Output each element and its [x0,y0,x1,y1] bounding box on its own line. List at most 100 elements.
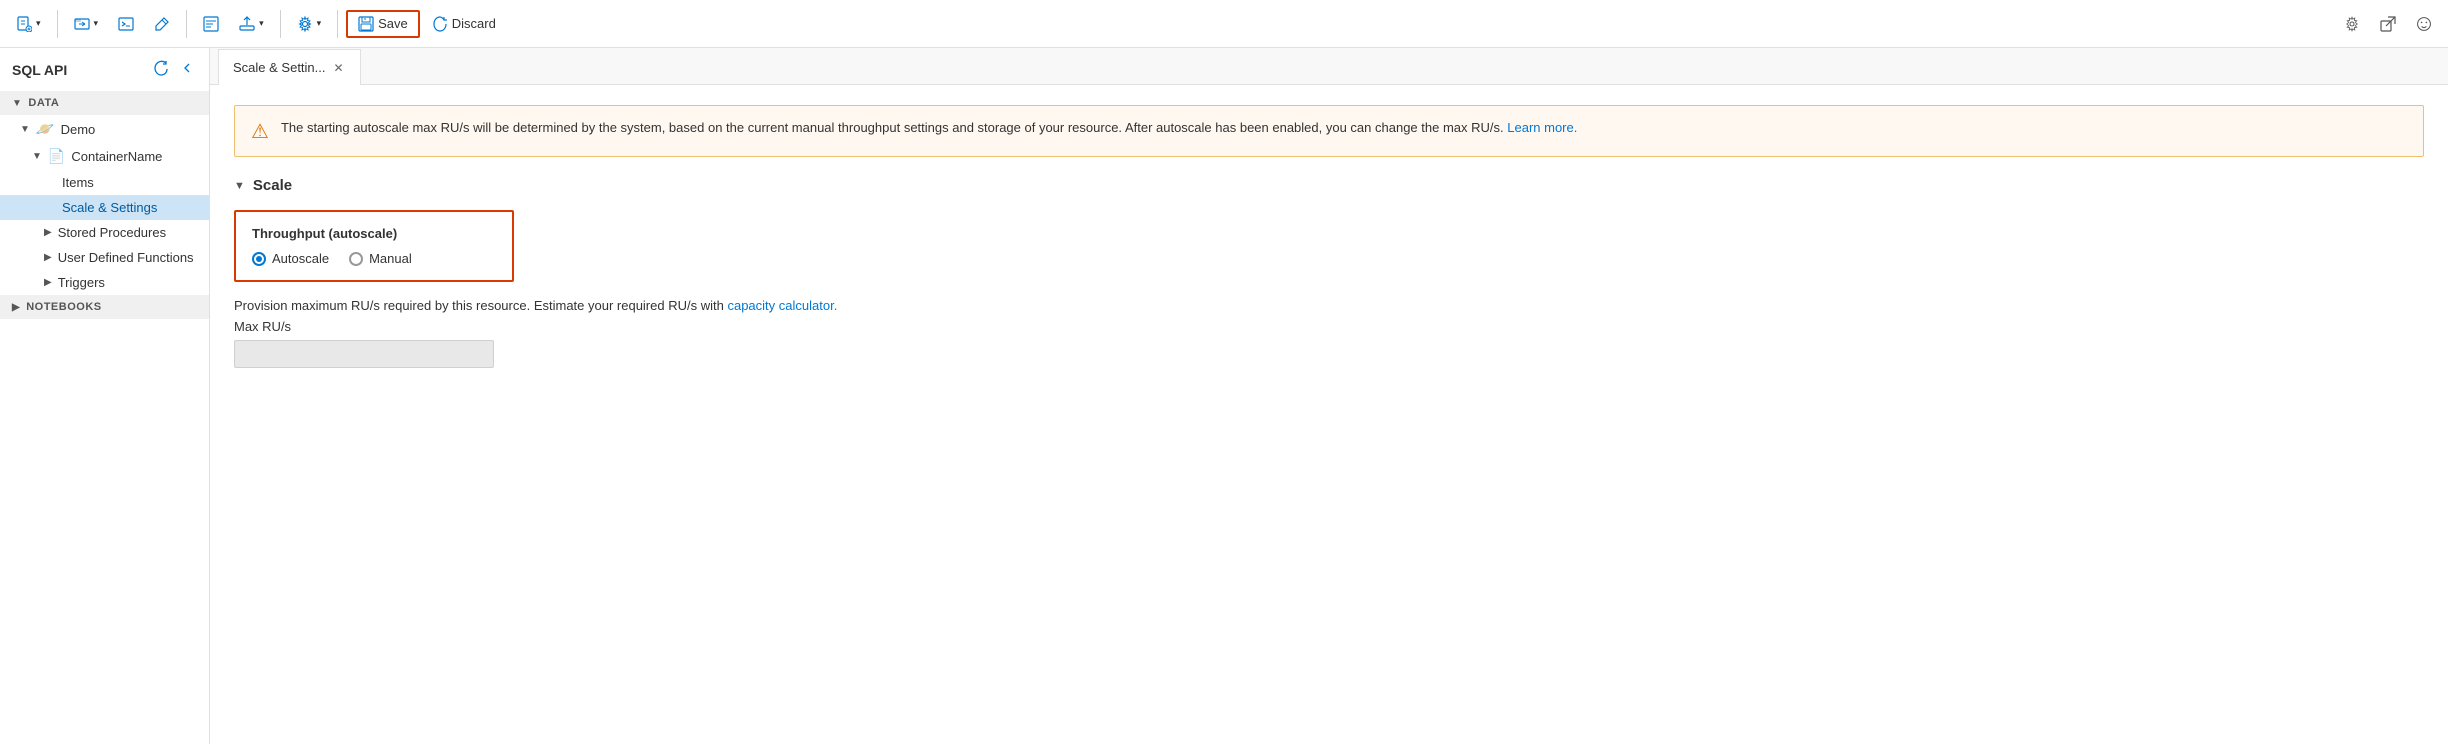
discard-icon [432,16,448,32]
collapse-icon [179,60,195,76]
upload-icon [239,16,255,32]
tab-scale-settings[interactable]: Scale & Settin... ✕ [218,49,361,85]
sidebar-item-stored-proc-label: Stored Procedures [58,225,166,240]
query-button[interactable] [195,10,227,38]
settings-button[interactable] [2336,10,2368,38]
manual-radio[interactable] [349,252,363,266]
demo-db-icon: 🪐 [36,120,55,138]
sidebar-item-triggers-label: Triggers [58,275,105,290]
manual-label: Manual [369,251,412,266]
warning-message: The starting autoscale max RU/s will be … [281,120,1504,135]
refresh-icon [153,60,169,76]
tabs-bar: Scale & Settin... ✕ [210,48,2448,85]
sidebar-item-container[interactable]: ▼ 📄 ContainerName [0,143,209,170]
save-icon [358,16,374,32]
sidebar-item-scale-label: Scale & Settings [62,200,157,215]
data-section-label: DATA [28,97,59,109]
stored-proc-chevron: ▶ [44,227,52,238]
scale-collapse-icon: ▼ [234,180,245,192]
open-chevron: ▾ [94,18,99,29]
open-icon [74,16,90,32]
sidebar-section-data[interactable]: ▼ DATA [0,91,209,115]
learn-more-link[interactable]: Learn more. [1507,120,1577,135]
content-area: Scale & Settin... ✕ ⚠ The starting autos… [210,48,2448,744]
sidebar-title: SQL API [12,62,67,78]
demo-chevron: ▼ [20,124,30,135]
manual-option[interactable]: Manual [349,251,412,266]
gear-icon [297,16,313,32]
sidebar-item-items[interactable]: Items [0,170,209,195]
scale-section-label: Scale [253,177,292,194]
separator-3 [280,10,281,38]
notebooks-section-label: NOTEBOOKS [26,301,101,313]
warning-icon: ⚠ [251,119,269,144]
upload-button[interactable]: ▾ [231,10,272,38]
throughput-title: Throughput (autoscale) [252,226,496,241]
new-chevron: ▾ [36,18,41,29]
max-rus-label: Max RU/s [234,319,2424,334]
sidebar-header: SQL API [0,48,209,91]
separator-1 [57,10,58,38]
separator-4 [337,10,338,38]
toolbar: ▾ ▾ [0,0,2448,48]
scale-section-header: ▼ Scale [234,177,2424,194]
throughput-radio-group: Autoscale Manual [252,251,496,266]
max-rus-input[interactable] [234,340,494,368]
settings-gear-button[interactable]: ▾ [289,10,330,38]
discard-label: Discard [452,16,496,31]
upload-chevron: ▾ [259,18,264,29]
sidebar-item-demo[interactable]: ▼ 🪐 Demo [0,115,209,143]
tab-close-button[interactable]: ✕ [332,61,346,75]
settings-icon [2344,16,2360,32]
sidebar: SQL API ▼ DATA ▼ [0,48,210,744]
tab-scale-settings-label: Scale & Settin... [233,60,326,75]
sidebar-item-udf-label: User Defined Functions [58,250,194,265]
sidebar-item-demo-label: Demo [61,122,96,137]
content-scroll: ⚠ The starting autoscale max RU/s will b… [210,85,2448,744]
autoscale-option[interactable]: Autoscale [252,251,329,266]
notebooks-section-chevron: ▶ [12,302,20,313]
container-chevron: ▼ [32,151,42,162]
save-button[interactable]: Save [346,10,420,38]
autoscale-label: Autoscale [272,251,329,266]
open-button[interactable]: ▾ [66,10,107,38]
warning-text: The starting autoscale max RU/s will be … [281,118,1577,138]
sidebar-section-notebooks[interactable]: ▶ NOTEBOOKS [0,295,209,319]
udf-chevron: ▶ [44,252,52,263]
new-icon [16,16,32,32]
query-icon [203,16,219,32]
brush-icon [154,16,170,32]
sidebar-item-items-label: Items [62,175,94,190]
main-layout: SQL API ▼ DATA ▼ [0,48,2448,744]
brush-button[interactable] [146,10,178,38]
external-icon [2380,16,2396,32]
provision-description: Provision maximum RU/s required by this … [234,298,724,313]
sidebar-item-container-label: ContainerName [71,149,162,164]
container-icon: 📄 [48,148,65,165]
provision-text: Provision maximum RU/s required by this … [234,298,2424,313]
smiley-button[interactable] [2408,10,2440,38]
separator-2 [186,10,187,38]
data-section-chevron: ▼ [12,98,22,109]
discard-button[interactable]: Discard [424,10,504,38]
external-button[interactable] [2372,10,2404,38]
terminal-button[interactable] [110,10,142,38]
terminal-icon [118,16,134,32]
smiley-icon [2416,16,2432,32]
sidebar-item-scale-settings[interactable]: Scale & Settings [0,195,209,220]
sidebar-item-udf[interactable]: ▶ User Defined Functions [0,245,209,270]
new-button[interactable]: ▾ [8,10,49,38]
capacity-calculator-link[interactable]: capacity calculator. [727,298,837,313]
autoscale-radio[interactable] [252,252,266,266]
sidebar-item-stored-procedures[interactable]: ▶ Stored Procedures [0,220,209,245]
sidebar-header-actions [151,58,197,81]
triggers-chevron: ▶ [44,277,52,288]
collapse-button[interactable] [177,58,197,81]
save-label: Save [378,16,408,31]
sidebar-item-triggers[interactable]: ▶ Triggers [0,270,209,295]
throughput-box: Throughput (autoscale) Autoscale Manual [234,210,514,282]
settings-chevron: ▾ [317,18,322,29]
toolbar-right [2336,10,2440,38]
warning-banner: ⚠ The starting autoscale max RU/s will b… [234,105,2424,157]
refresh-button[interactable] [151,58,171,81]
